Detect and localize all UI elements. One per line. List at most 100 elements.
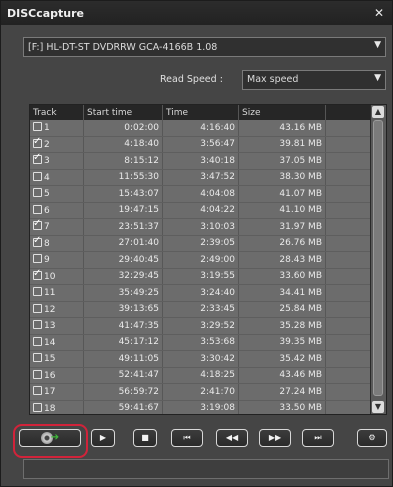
track-checkbox[interactable] (33, 303, 42, 313)
table-row[interactable]: 14 45:17:12 3:53:68 39.35 MB (30, 334, 381, 351)
track-cell: 2 (30, 136, 84, 153)
fast-forward-button[interactable]: ▶▶ (259, 429, 291, 447)
size-cell: 34.41 MB (238, 284, 326, 302)
drive-select[interactable]: [F:] HL-DT-ST DVDRRW GCA-4166B 1.08 ▼ (23, 37, 386, 57)
size-cell: 43.16 MB (238, 120, 326, 137)
track-grid: Track Start time Time Size 1 0:02:00 4:16:… (30, 105, 381, 414)
rewind-button[interactable]: ◀◀ (216, 429, 248, 447)
column-start-time[interactable]: Start time (83, 105, 163, 120)
track-checkbox[interactable] (33, 152, 42, 165)
window-title: DISCcapture (7, 6, 85, 20)
track-checkbox[interactable] (33, 320, 42, 330)
track-number: 17 (44, 387, 56, 398)
track-number: 1 (44, 123, 50, 134)
track-cell: 10 (30, 268, 84, 285)
table-row[interactable]: 1 0:02:00 4:16:40 43.16 MB (30, 120, 381, 137)
track-checkbox[interactable] (33, 218, 42, 231)
track-checkbox[interactable] (33, 188, 42, 198)
table-row[interactable]: 9 29:40:45 2:49:00 28.43 MB (30, 251, 381, 269)
close-icon[interactable]: ✕ (374, 6, 384, 20)
capture-highlight-ring (13, 424, 88, 458)
track-number: 10 (44, 271, 56, 282)
status-bar (23, 459, 389, 479)
table-row[interactable]: 6 19:47:15 4:04:22 41.10 MB (30, 202, 381, 219)
time-cell: 3:53:68 (162, 334, 239, 351)
first-track-button[interactable]: ⏮ (171, 429, 203, 447)
start-time-cell: 59:41:67 (83, 400, 163, 414)
scroll-up-icon[interactable]: ▲ (372, 106, 384, 118)
column-time[interactable]: Time (162, 105, 239, 120)
track-checkbox[interactable] (33, 136, 42, 148)
table-row[interactable]: 15 49:11:05 3:30:42 35.42 MB (30, 350, 381, 368)
size-cell: 41.07 MB (238, 185, 326, 203)
track-number: 14 (44, 337, 56, 348)
size-cell: 26.76 MB (238, 235, 326, 252)
track-checkbox[interactable] (33, 171, 42, 181)
table-row[interactable]: 8 27:01:402:39:0526.76 MB (30, 235, 381, 252)
table-row[interactable]: 12 39:13:65 2:33:45 25.84 MB (30, 301, 381, 318)
table-row[interactable]: 7 23:51:373:10:0331.97 MB (30, 218, 381, 236)
start-time-cell: 4:18:40 (83, 136, 163, 153)
table-row[interactable]: 13 41:47:35 3:29:52 35.28 MB (30, 317, 381, 335)
track-checkbox[interactable] (33, 402, 42, 412)
track-checkbox[interactable] (33, 254, 42, 264)
time-cell: 3:40:18 (162, 152, 239, 170)
size-cell: 31.97 MB (238, 218, 326, 236)
read-speed-select[interactable]: Max speed ▼ (242, 70, 386, 90)
stop-button[interactable]: ■ (133, 429, 157, 447)
size-cell: 43.46 MB (238, 367, 326, 384)
table-row[interactable]: 2 4:18:403:56:4739.81 MB (30, 136, 381, 153)
track-checkbox[interactable] (33, 122, 42, 132)
scroll-down-icon[interactable]: ▼ (372, 401, 384, 413)
title-bar: DISCcapture ✕ (1, 1, 392, 25)
track-checkbox[interactable] (33, 353, 42, 363)
start-time-cell: 15:43:07 (83, 185, 163, 203)
size-cell: 35.42 MB (238, 350, 326, 368)
size-cell: 41.10 MB (238, 202, 326, 219)
table-row[interactable]: 17 56:59:72 2:41:70 27.24 MB (30, 383, 381, 401)
track-checkbox[interactable] (33, 268, 42, 280)
start-time-cell: 0:02:00 (83, 120, 163, 137)
play-button[interactable]: ▶ (91, 429, 115, 447)
track-checkbox[interactable] (33, 287, 42, 297)
time-cell: 4:04:22 (162, 202, 239, 219)
scrollbar-thumb[interactable] (373, 120, 383, 396)
track-checkbox[interactable] (33, 336, 42, 346)
track-cell: 15 (30, 350, 84, 368)
size-cell: 25.84 MB (238, 301, 326, 318)
table-row[interactable]: 4 11:55:30 3:47:52 38.30 MB (30, 169, 381, 186)
track-checkbox[interactable] (33, 204, 42, 214)
track-cell: 13 (30, 317, 84, 335)
track-cell: 17 (30, 383, 84, 401)
track-checkbox[interactable] (33, 369, 42, 379)
track-cell: 7 (30, 218, 84, 236)
time-cell: 3:10:03 (162, 218, 239, 236)
table-row[interactable]: 3 8:15:123:40:1837.05 MB (30, 152, 381, 170)
column-track[interactable]: Track (30, 105, 84, 120)
time-cell: 3:19:55 (162, 268, 239, 285)
track-checkbox[interactable] (33, 235, 42, 247)
time-cell: 2:49:00 (162, 251, 239, 269)
start-time-cell: 45:17:12 (83, 334, 163, 351)
table-row[interactable]: 11 35:49:25 3:24:40 34.41 MB (30, 284, 381, 302)
time-cell: 2:39:05 (162, 235, 239, 252)
last-track-button[interactable]: ⏭ (302, 429, 334, 447)
table-row[interactable]: 10 32:29:453:19:5533.60 MB (30, 268, 381, 285)
track-checkbox[interactable] (33, 386, 42, 396)
time-cell: 2:33:45 (162, 301, 239, 318)
vertical-scrollbar[interactable]: ▲ ▼ (370, 105, 386, 414)
track-cell: 16 (30, 367, 84, 384)
table-row[interactable]: 16 52:41:47 4:18:25 43.46 MB (30, 367, 381, 384)
settings-button[interactable]: ⚙ (357, 429, 387, 447)
start-time-cell: 23:51:37 (83, 218, 163, 236)
track-cell: 8 (30, 235, 84, 252)
start-time-cell: 8:15:12 (83, 152, 163, 170)
size-cell: 38.30 MB (238, 169, 326, 186)
track-cell: 14 (30, 334, 84, 351)
column-size[interactable]: Size (238, 105, 326, 120)
track-number: 3 (44, 156, 50, 167)
size-cell: 37.05 MB (238, 152, 326, 170)
table-row[interactable]: 18 59:41:67 3:19:08 33.50 MB (30, 400, 381, 414)
table-row[interactable]: 5 15:43:07 4:04:08 41.07 MB (30, 185, 381, 203)
track-number: 6 (44, 205, 50, 216)
